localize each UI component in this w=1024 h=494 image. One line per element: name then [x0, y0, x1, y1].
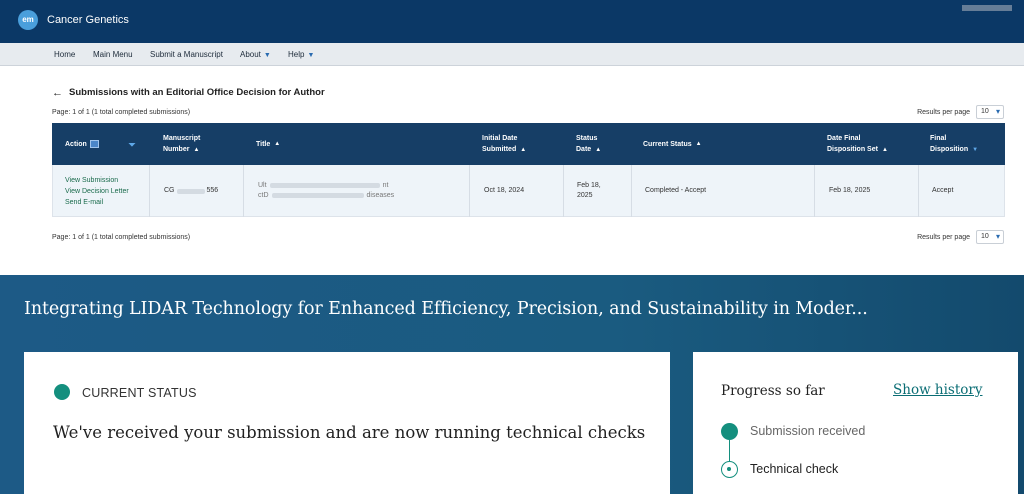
col-current-status[interactable]: Current Status ▲ [643, 123, 702, 165]
sort-up-icon: ▲ [274, 140, 281, 147]
chevron-down-icon: ▼ [307, 52, 315, 59]
step-label-technical-check: Technical check [750, 462, 839, 476]
table-row: View Submission View Decision Letter Sen… [52, 165, 1005, 217]
nav-main-menu[interactable]: Main Menu [93, 50, 133, 59]
step-label-submission-received: Submission received [750, 424, 866, 438]
user-name-redacted[interactable] [962, 5, 1012, 11]
cell-title: Ult nt ctD diseases [243, 165, 469, 217]
redacted-text [176, 188, 205, 194]
redacted-text [271, 192, 364, 198]
chevron-down-icon: ▼ [263, 52, 271, 59]
filter-icon[interactable]: ⏷ [128, 140, 136, 151]
col-status-date[interactable]: Status Date ▲ [576, 123, 601, 165]
cell-status-date: Feb 18, 2025 [563, 165, 631, 217]
col-action: Action [65, 123, 99, 165]
step-connector [729, 440, 730, 461]
col-initial-date[interactable]: Initial Date Submitted ▲ [482, 123, 526, 165]
sort-up-icon: ▲ [193, 146, 200, 153]
em-logo-icon[interactable]: em [18, 10, 38, 30]
nav-about[interactable]: About ▼ [240, 50, 271, 59]
sort-up-icon: ▲ [881, 146, 888, 153]
col-title[interactable]: Title ▲ [256, 123, 280, 165]
results-per-page-label: Results per page [917, 108, 970, 116]
progress-card: Progress so far Show history Submission … [693, 352, 1018, 494]
nav-submit-manuscript[interactable]: Submit a Manuscript [150, 50, 223, 59]
nav-help[interactable]: Help ▼ [288, 50, 314, 59]
show-history-link[interactable]: Show history [893, 382, 983, 398]
cell-final-disposition: Accept [918, 165, 1005, 217]
step-complete-icon [721, 423, 738, 440]
current-status-card: CURRENT STATUS We've received your submi… [24, 352, 670, 494]
cell-current-status: Completed - Accept [631, 165, 814, 217]
em-header: em Cancer Genetics [0, 0, 1024, 43]
status-indicator-icon [54, 384, 70, 400]
em-content: ← Submissions with an Editorial Office D… [0, 66, 1024, 270]
select-all-checkbox[interactable] [89, 140, 99, 148]
paging-info-bottom: Page: 1 of 1 (1 total completed submissi… [52, 234, 191, 241]
view-submission-link[interactable]: View Submission [65, 175, 129, 186]
back-arrow-icon[interactable]: ← [52, 87, 63, 99]
sort-down-icon: ▼ [972, 146, 979, 153]
redacted-text [269, 182, 380, 188]
results-per-page-bottom: Results per page 10 [917, 230, 1004, 244]
journal-name: Cancer Genetics [47, 14, 129, 26]
sort-up-icon: ▲ [520, 146, 527, 153]
table-header: Action ⏷ Manuscript Number ▲ Title ▲ Initia… [52, 123, 1005, 165]
paging-info-top: Page: 1 of 1 (1 total completed submissi… [52, 109, 191, 116]
page-title: Submissions with an Editorial Office Dec… [69, 87, 325, 98]
submissions-table: Action ⏷ Manuscript Number ▲ Title ▲ Initia… [52, 123, 1005, 217]
results-per-page-label: Results per page [917, 233, 970, 241]
results-per-page-top: Results per page 10 [917, 105, 1004, 119]
submission-tracker: Integrating LIDAR Technology for Enhance… [0, 275, 1024, 494]
cell-final-disposition-date: Feb 18, 2025 [814, 165, 918, 217]
progress-title: Progress so far [721, 383, 825, 399]
cell-actions: View Submission View Decision Letter Sen… [65, 165, 157, 217]
col-final-disposition[interactable]: Final Disposition ▼ [930, 123, 978, 165]
view-decision-letter-link[interactable]: View Decision Letter [65, 186, 129, 197]
cell-initial-date: Oct 18, 2024 [469, 165, 563, 217]
col-manuscript-number[interactable]: Manuscript Number ▲ [163, 123, 200, 165]
sort-up-icon: ▲ [595, 146, 602, 153]
nav-home[interactable]: Home [54, 50, 75, 59]
main-nav: Home Main Menu Submit a Manuscript About… [0, 43, 1024, 66]
col-final-disposition-date[interactable]: Date Final Disposition Set ▲ [827, 123, 888, 165]
current-status-label: CURRENT STATUS [82, 386, 197, 400]
step-current-icon [721, 461, 738, 478]
manuscript-title: Integrating LIDAR Technology for Enhance… [24, 299, 868, 319]
results-per-page-select[interactable]: 10 [976, 230, 1004, 244]
status-message: We've received your submission and are n… [53, 423, 646, 442]
sort-up-icon: ▲ [695, 140, 702, 147]
cell-manuscript-number: CG 556 [149, 165, 243, 217]
send-email-link[interactable]: Send E-mail [65, 197, 129, 208]
results-per-page-select[interactable]: 10 [976, 105, 1004, 119]
